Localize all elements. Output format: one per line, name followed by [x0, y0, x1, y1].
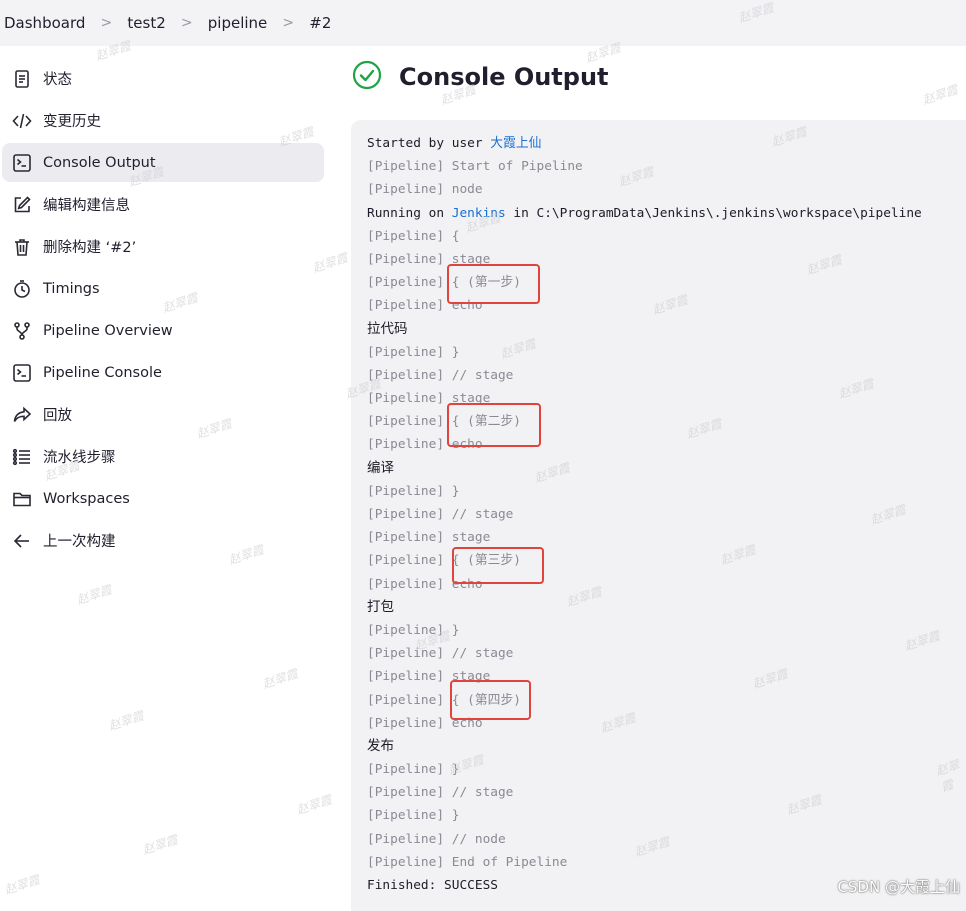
console-line: [Pipeline] // stage: [367, 785, 514, 801]
chevron-right-icon: >: [180, 15, 193, 31]
sidebar-item-previous-build[interactable]: 上一次构建: [2, 521, 324, 560]
console-line-echo-output: 编译: [367, 459, 394, 476]
console-line-echo-output: 打包: [367, 598, 394, 615]
console-line: [Pipeline] }: [367, 622, 460, 638]
list-icon: [11, 446, 33, 468]
started-prefix: Started by user: [367, 136, 491, 151]
page-header: Console Output: [352, 60, 609, 94]
watermark: 赵翠霞: [260, 666, 300, 692]
sidebar-item-label: 状态: [43, 72, 72, 88]
page-title: Console Output: [399, 63, 609, 91]
sidebar-item-pipeline-overview[interactable]: Pipeline Overview: [2, 311, 324, 350]
console-line: [Pipeline] // stage: [367, 367, 514, 383]
console-line: [Pipeline] }: [367, 808, 460, 824]
terminal-icon: [11, 362, 33, 384]
sidebar-item-pipeline-steps[interactable]: 流水线步骤: [2, 437, 324, 476]
console-line: [Pipeline] // node: [367, 831, 506, 847]
sidebar-item-pipeline-console[interactable]: Pipeline Console: [2, 353, 324, 392]
sidebar-item-delete-build[interactable]: 删除构建 ‘#2’: [2, 227, 324, 266]
sidebar-item-label: Workspaces: [43, 490, 130, 507]
sidebar-item-status[interactable]: 状态: [2, 59, 324, 98]
highlight-box-stage-4: [450, 680, 531, 720]
terminal-icon: [11, 152, 33, 174]
sidebar-item-workspaces[interactable]: Workspaces: [2, 479, 324, 518]
chevron-right-icon: >: [282, 15, 295, 31]
console-line: [Pipeline] End of Pipeline: [367, 854, 568, 870]
console-output: Started by user 大霞上仙 [Pipeline] Start of…: [351, 120, 966, 911]
sidebar-item-label: 流水线步骤: [43, 450, 116, 466]
watermark: 赵翠霞: [294, 792, 334, 818]
console-line: [Pipeline] Start of Pipeline: [367, 159, 583, 175]
console-line: [Pipeline] {: [367, 228, 460, 244]
console-line-echo-output: 发布: [367, 737, 394, 754]
sidebar-item-label: 回放: [43, 408, 72, 424]
sidebar: 状态 变更历史 Console Output 编辑构建信息 删除构建 ‘#2’ …: [0, 56, 330, 560]
sidebar-item-label: 编辑构建信息: [43, 198, 130, 214]
sidebar-item-changes[interactable]: 变更历史: [2, 101, 324, 140]
sidebar-item-replay[interactable]: 回放: [2, 395, 324, 434]
folder-icon: [11, 488, 33, 510]
breadcrumb: Dashboard > test2 > pipeline > #2: [0, 0, 966, 46]
sidebar-item-label: Timings: [43, 280, 100, 297]
console-line: [Pipeline] stage: [367, 530, 491, 546]
breadcrumb-pipeline[interactable]: pipeline: [204, 14, 272, 32]
status-doc-icon: [11, 68, 33, 90]
sidebar-item-timings[interactable]: Timings: [2, 269, 324, 308]
highlight-box-stage-1: [447, 264, 540, 304]
edit-icon: [11, 194, 33, 216]
watermark: 赵翠霞: [140, 832, 180, 858]
sidebar-item-label: Pipeline Console: [43, 364, 162, 381]
running-prefix: Running on: [367, 205, 452, 221]
watermark: 赵翠霞: [920, 82, 960, 108]
node-link[interactable]: Jenkins: [452, 206, 506, 221]
console-line: [Pipeline] }: [367, 344, 460, 360]
clock-icon: [11, 278, 33, 300]
sidebar-item-console-output[interactable]: Console Output: [2, 143, 324, 182]
sidebar-item-label: Console Output: [43, 154, 156, 171]
running-suffix: in C:\ProgramData\Jenkins\.jenkins\works…: [505, 205, 922, 221]
replay-icon: [11, 404, 33, 426]
breadcrumb-dashboard[interactable]: Dashboard: [0, 14, 89, 32]
chevron-right-icon: >: [100, 15, 113, 31]
sidebar-item-label: Pipeline Overview: [43, 322, 173, 339]
sidebar-item-label: 删除构建 ‘#2’: [43, 240, 137, 256]
console-line-echo-output: 拉代码: [367, 320, 408, 337]
code-icon: [11, 110, 33, 132]
watermark: 赵翠霞: [106, 708, 146, 734]
trash-icon: [11, 236, 33, 258]
sidebar-item-edit-build-info[interactable]: 编辑构建信息: [2, 185, 324, 224]
success-check-icon: [352, 60, 382, 94]
console-line-running: Running on Jenkins in C:\ProgramData\Jen…: [367, 202, 966, 225]
arrow-left-icon: [11, 530, 33, 552]
breadcrumb-build[interactable]: #2: [305, 14, 335, 32]
csdn-watermark: CSDN @大霞上仙: [837, 878, 960, 896]
user-link[interactable]: 大霞上仙: [490, 136, 541, 151]
branch-icon: [11, 320, 33, 342]
console-line-started: Started by user 大霞上仙: [367, 132, 966, 155]
highlight-box-stage-2: [447, 403, 541, 447]
sidebar-item-label: 上一次构建: [43, 534, 116, 550]
console-line: [Pipeline] }: [367, 762, 460, 778]
console-line: [Pipeline] node: [367, 182, 483, 198]
watermark: 赵翠霞: [74, 582, 114, 608]
highlight-box-stage-3: [452, 547, 544, 584]
console-line: [Pipeline] // stage: [367, 507, 514, 522]
watermark: 赵翠霞: [2, 872, 42, 898]
console-line: [Pipeline] // stage: [367, 646, 514, 662]
sidebar-item-label: 变更历史: [43, 114, 101, 130]
breadcrumb-test2[interactable]: test2: [123, 14, 169, 32]
console-line: [Pipeline] }: [367, 483, 460, 499]
